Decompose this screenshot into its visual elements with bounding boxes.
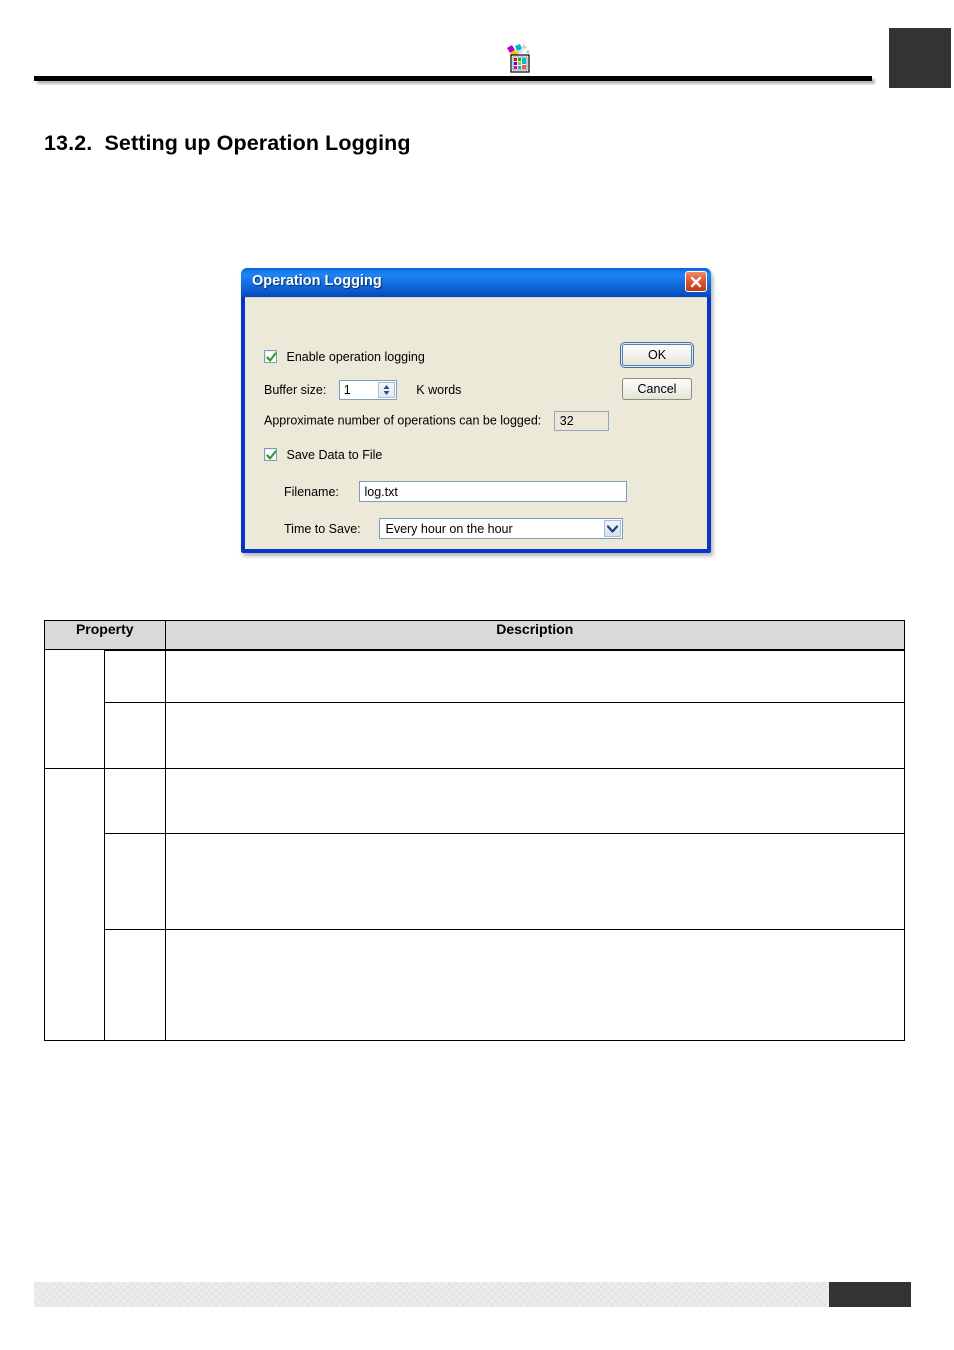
table-cell-property <box>104 702 166 769</box>
table-header-description: Description <box>164 620 905 650</box>
buffer-size-stepper[interactable]: 1 <box>338 380 397 400</box>
page-header <box>0 0 954 100</box>
page-footer <box>0 1282 954 1322</box>
filename-value: log.txt <box>364 485 398 499</box>
table-row <box>43 768 905 1041</box>
table-cell-property <box>104 768 166 834</box>
buffer-size-units-label: K words <box>416 383 462 397</box>
table-header-row: Property Description <box>44 620 905 650</box>
enable-operation-logging-checkbox[interactable] <box>264 350 277 364</box>
table-cell-category <box>43 649 106 769</box>
table-cell-description <box>164 929 905 1041</box>
save-data-to-file-checkbox[interactable] <box>264 448 277 462</box>
buffer-size-value: 1 <box>343 383 351 397</box>
footer-bar <box>34 1282 872 1307</box>
ok-button[interactable]: OK <box>620 342 694 368</box>
enable-operation-logging-row: Enable operation logging <box>264 349 425 364</box>
filename-label: Filename: <box>284 484 339 499</box>
time-to-save-row: Time to Save: Every hour on the hour <box>284 518 624 539</box>
time-to-save-select[interactable]: Every hour on the hour <box>379 518 624 539</box>
spinner-up-down-icon[interactable] <box>377 382 395 398</box>
approximate-operations-field: 32 <box>553 411 609 431</box>
dialog-body: Enable operation logging Buffer size: 1 … <box>245 297 707 549</box>
chevron-down-icon[interactable] <box>604 520 622 537</box>
table-row <box>45 702 905 769</box>
time-to-save-label: Time to Save: <box>284 521 361 536</box>
table-cell-description <box>164 702 905 769</box>
table-cell-description <box>164 768 905 834</box>
application-palette-icon <box>503 42 533 74</box>
buffer-size-row: Buffer size: 1 K words <box>264 380 461 400</box>
table-cell-property <box>104 833 166 930</box>
dialog-title: Operation Logging <box>252 273 382 289</box>
save-data-to-file-label: Save Data to File <box>286 447 383 462</box>
approximate-operations-value: 32 <box>559 414 574 428</box>
cancel-button[interactable]: Cancel <box>622 378 692 400</box>
buffer-size-label: Buffer size: <box>264 383 327 397</box>
operation-logging-dialog: Operation Logging Enable operation loggi… <box>241 268 711 553</box>
header-divider-rule <box>34 76 872 81</box>
approximate-operations-label: Approximate number of operations can be … <box>264 413 542 428</box>
footer-corner-tab <box>829 1282 911 1307</box>
property-description-table: Property Description <box>43 620 905 1041</box>
approximate-operations-row: Approximate number of operations can be … <box>264 411 609 431</box>
enable-operation-logging-label: Enable operation logging <box>286 349 425 364</box>
table-row <box>45 650 905 703</box>
table-row <box>45 929 905 1041</box>
table-row <box>45 833 905 930</box>
header-corner-tab <box>889 28 951 88</box>
table-cell-description <box>164 833 905 930</box>
page-title: 13.2. Setting up Operation Logging <box>44 131 411 155</box>
dialog-titlebar: Operation Logging <box>241 268 711 297</box>
table-cell-property <box>104 650 166 703</box>
table-header-property: Property <box>44 620 166 650</box>
table-cell-description <box>164 650 905 703</box>
table-cell-category <box>43 768 106 1041</box>
time-to-save-value: Every hour on the hour <box>385 522 513 536</box>
filename-row: Filename: log.txt <box>284 481 628 502</box>
table-cell-property <box>104 929 166 1041</box>
save-data-to-file-row: Save Data to File <box>264 447 382 462</box>
filename-input[interactable]: log.txt <box>359 481 628 502</box>
close-icon[interactable] <box>685 271 707 292</box>
